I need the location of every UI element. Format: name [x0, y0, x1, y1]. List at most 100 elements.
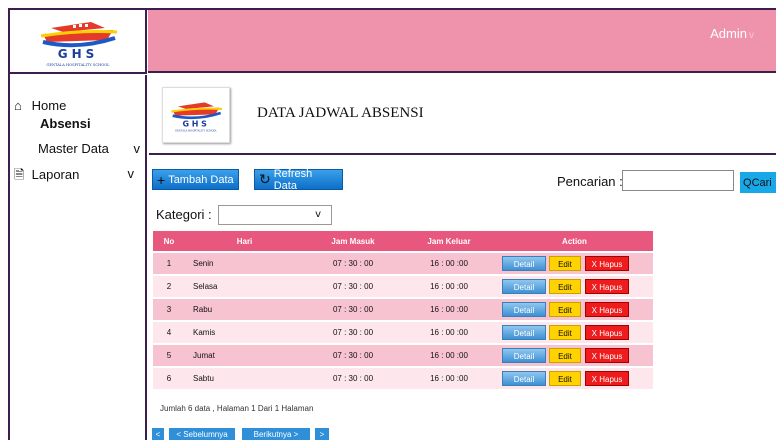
cell-jam-keluar: 16 : 00 :00: [402, 345, 496, 366]
table-row: 4 Kamis 07 : 30 : 00 16 : 00 :00 Detail E…: [153, 322, 653, 343]
cell-jam-masuk: 07 : 30 : 00: [304, 299, 402, 320]
edit-button[interactable]: Edit: [549, 371, 581, 386]
page-title: DATA JADWAL ABSENSI: [257, 105, 424, 121]
cell-no: 6: [153, 368, 185, 389]
prev-page-button[interactable]: < Sebelumnya: [169, 428, 235, 440]
cell-no: 2: [153, 276, 185, 297]
cell-no: 1: [153, 253, 185, 274]
cell-no: 5: [153, 345, 185, 366]
schedule-table: No Hari Jam Masuk Jam Keluar Action 1 Se…: [153, 229, 653, 391]
sidebar-item-label: Home: [31, 98, 67, 113]
cell-hari: Selasa: [185, 276, 304, 297]
header-action: Action: [496, 231, 653, 251]
next-page-button[interactable]: Berikutnya >: [242, 428, 310, 440]
cell-action: Detail Edit X Hapus: [496, 253, 653, 274]
header-hari: Hari: [185, 231, 304, 251]
delete-button[interactable]: X Hapus: [585, 325, 629, 340]
refresh-data-label: Refresh Data: [273, 167, 313, 192]
table-row: 1 Senin 07 : 30 : 00 16 : 00 :00 Detail E…: [153, 253, 653, 274]
edit-button[interactable]: Edit: [549, 256, 581, 271]
cell-hari: Kamis: [185, 322, 304, 343]
table-header-row: No Hari Jam Masuk Jam Keluar Action: [153, 231, 653, 251]
last-page-button[interactable]: >: [315, 428, 329, 440]
delete-button[interactable]: X Hapus: [585, 256, 629, 271]
search-button[interactable]: Q Cari: [740, 172, 776, 193]
document-icon: 🗎: [14, 167, 25, 182]
ship-logo-icon: GHS GENTALA HOSPITALITY SCHOOL: [40, 22, 117, 67]
cell-jam-masuk: 07 : 30 : 00: [304, 276, 402, 297]
table-summary: Jumlah 6 data , Halaman 1 Dari 1 Halaman: [160, 404, 314, 413]
cell-jam-masuk: 07 : 30 : 00: [304, 368, 402, 389]
edit-button[interactable]: Edit: [549, 325, 581, 340]
cell-action: Detail Edit X Hapus: [496, 345, 653, 366]
edit-button[interactable]: Edit: [549, 348, 581, 363]
cell-jam-keluar: 16 : 00 :00: [402, 276, 496, 297]
detail-button[interactable]: Detail: [502, 348, 546, 363]
detail-button[interactable]: Detail: [502, 256, 546, 271]
sidebar-item-label: Laporan: [31, 167, 80, 182]
cell-action: Detail Edit X Hapus: [496, 368, 653, 389]
header-no: No: [153, 231, 185, 251]
cell-jam-keluar: 16 : 00 :00: [402, 299, 496, 320]
detail-button[interactable]: Detail: [502, 325, 546, 340]
cell-jam-keluar: 16 : 00 :00: [402, 253, 496, 274]
delete-button[interactable]: X Hapus: [585, 279, 629, 294]
sidebar-item-master-data[interactable]: Master Data v: [38, 141, 142, 156]
sidebar-item-laporan[interactable]: 🗎 Laporan v: [14, 166, 142, 188]
cell-hari: Rabu: [185, 299, 304, 320]
delete-button[interactable]: X Hapus: [585, 371, 629, 386]
delete-button[interactable]: X Hapus: [585, 302, 629, 317]
refresh-data-button[interactable]: ↻ Refresh Data: [254, 167, 343, 192]
cell-jam-masuk: 07 : 30 : 00: [304, 322, 402, 343]
sidebar: ⌂ Home Absensi Master Data v 🗎 Laporan v: [10, 75, 147, 440]
detail-button[interactable]: Detail: [502, 302, 546, 317]
cell-action: Detail Edit X Hapus: [496, 322, 653, 343]
cell-jam-masuk: 07 : 30 : 00: [304, 345, 402, 366]
header-jam-masuk: Jam Masuk: [304, 231, 402, 251]
cell-jam-keluar: 16 : 00 :00: [402, 368, 496, 389]
cell-hari: Senin: [185, 253, 304, 274]
add-data-label: Tambah Data: [168, 173, 234, 186]
edit-button[interactable]: Edit: [549, 279, 581, 294]
header-jam-keluar: Jam Keluar: [402, 231, 496, 251]
sidebar-item-label: Absensi: [40, 116, 91, 131]
plus-icon: +: [157, 171, 166, 188]
category-label: Kategori :: [156, 207, 212, 222]
search-label: Pencarian :: [557, 174, 623, 189]
logo-subtitle: GENTALA HOSPITALITY SCHOOL: [175, 130, 217, 133]
first-page-button[interactable]: <: [152, 428, 164, 440]
delete-button[interactable]: X Hapus: [585, 348, 629, 363]
cell-jam-masuk: 07 : 30 : 00: [304, 253, 402, 274]
cell-action: Detail Edit X Hapus: [496, 276, 653, 297]
detail-button[interactable]: Detail: [502, 279, 546, 294]
table-row: 5 Jumat 07 : 30 : 00 16 : 00 :00 Detail E…: [153, 345, 653, 366]
top-header: Admin v: [148, 10, 776, 73]
category-select[interactable]: v: [218, 205, 332, 225]
refresh-icon: ↻: [259, 171, 271, 187]
table-row: 3 Rabu 07 : 30 : 00 16 : 00 :00 Detail Ed…: [153, 299, 653, 320]
chevron-down-icon: v: [127, 166, 135, 181]
search-button-label: Cari: [751, 176, 772, 189]
sidebar-item-label: Master Data: [38, 141, 109, 156]
sidebar-item-absensi[interactable]: Absensi: [40, 116, 91, 131]
cell-no: 4: [153, 322, 185, 343]
add-data-button[interactable]: + Tambah Data: [152, 169, 239, 190]
edit-button[interactable]: Edit: [549, 302, 581, 317]
chevron-down-icon: v: [749, 30, 754, 41]
table-row: 2 Selasa 07 : 30 : 00 16 : 00 :00 Detail…: [153, 276, 653, 297]
detail-button[interactable]: Detail: [502, 371, 546, 386]
logo-text: GHS: [57, 47, 98, 61]
user-name: Admin: [710, 26, 747, 41]
cell-hari: Sabtu: [185, 368, 304, 389]
ship-logo-icon: GHS GENTALA HOSPITALITY SCHOOL: [171, 102, 223, 133]
cell-hari: Jumat: [185, 345, 304, 366]
brand-logo[interactable]: GHS GENTALA HOSPITALITY SCHOOL: [10, 10, 147, 74]
user-menu[interactable]: Admin v: [710, 26, 754, 41]
page-header: GHS GENTALA HOSPITALITY SCHOOL DATA JADW…: [149, 75, 776, 155]
search-input[interactable]: [622, 170, 734, 191]
search-icon: Q: [743, 176, 752, 189]
chevron-down-icon: v: [315, 209, 321, 220]
cell-action: Detail Edit X Hapus: [496, 299, 653, 320]
cell-no: 3: [153, 299, 185, 320]
sidebar-item-home[interactable]: ⌂ Home: [14, 98, 66, 113]
